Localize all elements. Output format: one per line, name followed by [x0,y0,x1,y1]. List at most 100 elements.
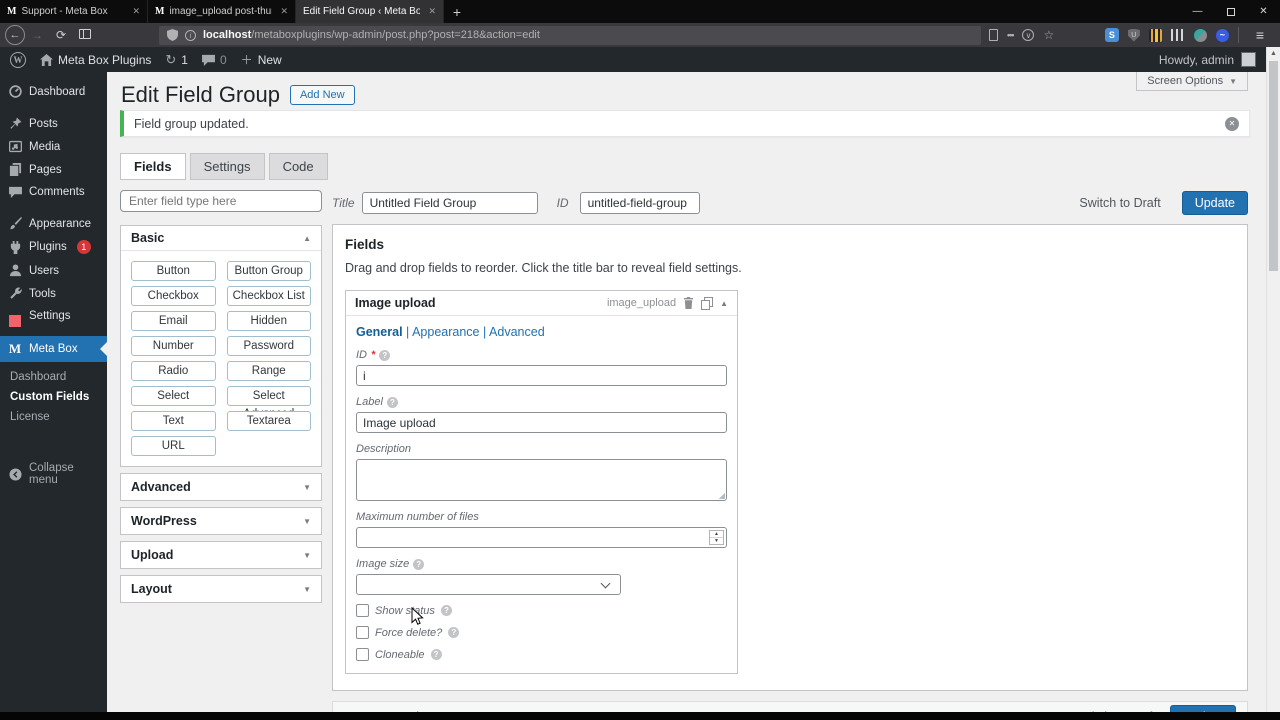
field-tab-advanced[interactable]: Advanced [489,325,545,339]
switch-to-draft-link[interactable]: Switch to Draft [1079,196,1160,210]
browser-tab-image-upload[interactable]: M image_upload post-thumbnai ✕ [148,0,296,23]
field-tab-appearance[interactable]: Appearance [412,325,479,339]
browser-tab-edit-field-group[interactable]: Edit Field Group ‹ Meta Box Plugins ✕ [296,0,444,23]
reader-mode-icon[interactable] [989,29,998,41]
add-new-button[interactable]: Add New [289,85,355,105]
sidebar-item-comments[interactable]: Comments [0,181,107,203]
field-box-header[interactable]: Image upload image_upload ▲ [346,291,737,316]
sidebar-item-tools[interactable]: Tools [0,282,107,305]
force-delete-checkbox[interactable] [356,626,369,639]
field-description-textarea[interactable] [356,459,727,501]
help-icon[interactable]: ? [440,605,452,616]
tab-code[interactable]: Code [268,153,328,180]
help-icon[interactable]: ? [413,558,425,570]
close-window-icon[interactable]: ✕ [1247,0,1280,23]
update-button[interactable]: Update [1181,191,1248,215]
field-type-button[interactable]: Hidden [226,311,311,331]
menu-hamburger-icon[interactable]: ≡ [1248,27,1274,43]
swirl-extension-icon[interactable]: ~ [1215,28,1229,42]
screen-options-button[interactable]: Screen Options ▼ [1136,72,1248,91]
sidebar-item-appearance[interactable]: Appearance [0,212,107,235]
sidebar-item-meta-box[interactable]: M Meta Box [0,336,107,362]
sidebar-item-media[interactable]: Media [0,135,107,158]
close-icon[interactable]: ✕ [277,6,288,17]
close-icon[interactable]: ✕ [425,6,436,17]
field-tab-general[interactable]: General [356,325,403,339]
avatar[interactable] [1241,52,1256,67]
help-icon[interactable]: ? [448,627,460,638]
tab-settings[interactable]: Settings [189,153,265,180]
forward-icon[interactable]: → [25,28,49,42]
admin-bar-comments[interactable]: 0 [202,53,227,67]
field-type-button[interactable]: Select [131,386,216,406]
stats-extension-icon[interactable] [1148,28,1162,42]
number-spinner[interactable]: ▲ ▼ [709,530,724,545]
field-type-button[interactable]: Password [226,336,311,356]
sidebar-item-users[interactable]: Users [0,259,107,282]
field-type-button[interactable]: Text [131,411,216,431]
browser-tab-support[interactable]: M Support - Meta Box ✕ [0,0,148,23]
bookmark-star-icon[interactable]: ☆ [1043,28,1054,42]
field-type-button[interactable]: Range [226,361,311,381]
page-scrollbar[interactable]: ▲ [1266,47,1280,712]
field-id-input[interactable] [356,365,727,386]
advanced-section-header[interactable]: Advanced ▼ [121,474,321,500]
scroll-up-icon[interactable]: ▲ [1267,47,1280,60]
globe-extension-icon[interactable] [1193,28,1207,42]
field-type-search-input[interactable] [120,190,322,212]
url-bar[interactable]: i localhost/metaboxplugins/wp-admin/post… [159,25,981,45]
field-group-title-input[interactable] [361,192,538,214]
bars-extension-icon[interactable] [1170,29,1185,41]
field-type-button[interactable]: Select Advanced [226,386,311,420]
collapse-field-icon[interactable]: ▲ [720,299,728,308]
field-label-input[interactable] [356,412,727,433]
admin-bar-updates[interactable]: ↻ 1 [165,52,188,68]
field-type-button[interactable]: Checkbox [131,286,216,306]
field-type-button[interactable]: Email [131,311,216,331]
submenu-item-dashboard[interactable]: Dashboard [0,367,107,387]
stylus-extension-icon[interactable]: S [1104,28,1119,42]
upload-section-header[interactable]: Upload ▼ [121,542,321,568]
sidebar-item-dashboard[interactable]: Dashboard [0,80,107,103]
maximize-icon[interactable] [1214,0,1247,23]
howdy-admin-link[interactable]: Howdy, admin [1159,53,1234,67]
help-icon[interactable]: ? [379,349,391,361]
image-size-select[interactable] [356,574,621,595]
field-type-button[interactable]: URL [131,436,216,456]
show-status-checkbox[interactable] [356,604,369,617]
site-info-icon[interactable]: i [185,29,196,41]
field-group-id-input[interactable] [579,192,700,214]
admin-bar-site-link[interactable]: Meta Box Plugins [40,53,151,67]
admin-bar-new[interactable]: ＋ New [241,51,282,68]
cloneable-checkbox[interactable] [356,648,369,661]
sidebar-item-settings[interactable]: Settings [0,305,107,327]
sidebar-item-pages[interactable]: Pages [0,158,107,181]
sidebar-toggle-icon[interactable] [73,28,97,42]
close-icon[interactable]: ✕ [129,6,140,17]
field-type-button[interactable]: Button [131,261,216,281]
field-type-button[interactable]: Textarea [226,411,311,431]
field-type-button[interactable]: Number [131,336,216,356]
reload-icon[interactable]: ⟳ [49,28,73,42]
dismiss-notice-icon[interactable]: ✕ [1225,116,1239,131]
spin-down-icon[interactable]: ▼ [710,537,723,544]
ublock-extension-icon[interactable]: U [1127,28,1140,42]
minimize-icon[interactable]: — [1181,0,1214,23]
field-type-button[interactable]: Checkbox List [226,286,311,306]
page-actions-menu-icon[interactable]: ••• [1007,30,1015,40]
back-icon[interactable]: ← [5,25,25,45]
sidebar-item-posts[interactable]: Posts [0,112,107,135]
help-icon[interactable]: ? [386,396,398,408]
basic-section-header[interactable]: Basic ▲ [121,226,321,251]
field-type-button[interactable]: Radio [131,361,216,381]
help-icon[interactable]: ? [430,649,442,660]
update-button[interactable]: Update [1169,705,1236,712]
wp-logo-icon[interactable]: W [10,51,26,68]
sidebar-item-plugins[interactable]: Plugins 1 [0,235,107,259]
tab-fields[interactable]: Fields [120,153,186,180]
scrollbar-thumb[interactable] [1269,61,1278,271]
wordpress-section-header[interactable]: WordPress ▼ [121,508,321,534]
submenu-item-license[interactable]: License [0,407,107,427]
resize-grip-icon[interactable] [718,492,725,499]
show-status-row[interactable]: Show status ? [356,604,727,617]
